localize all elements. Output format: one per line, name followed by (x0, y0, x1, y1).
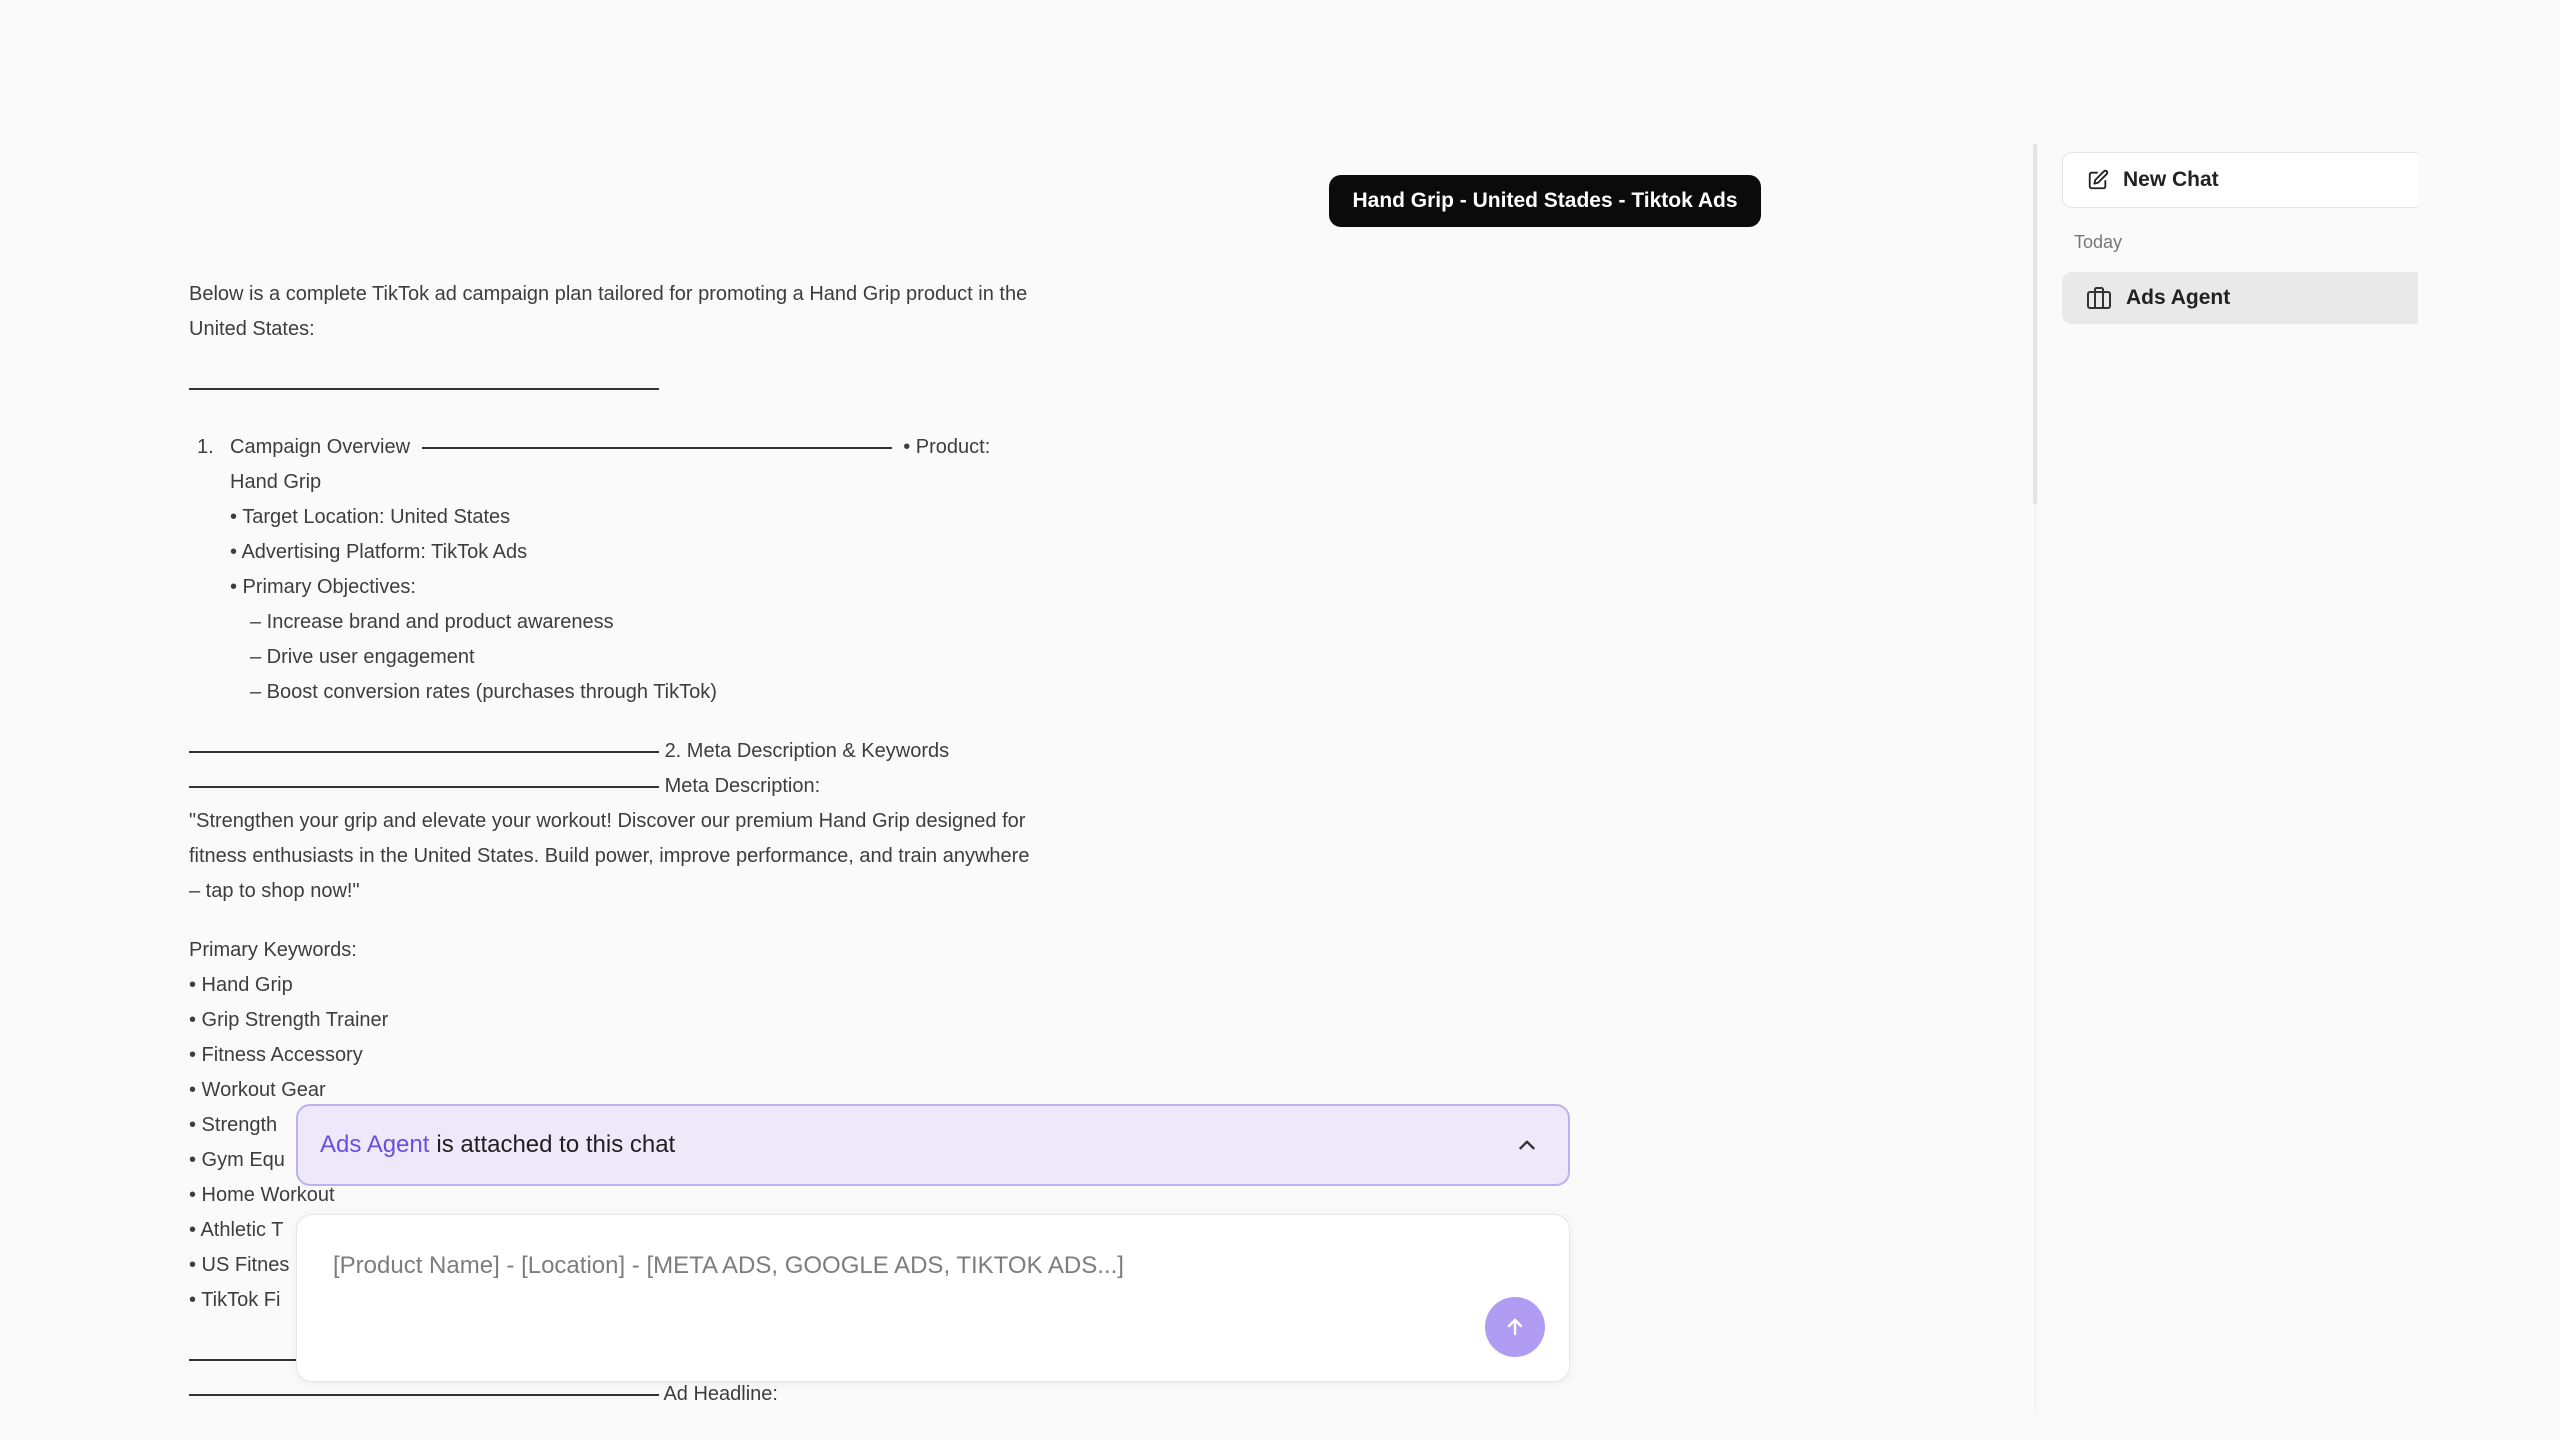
prompt-input[interactable] (331, 1245, 1485, 1287)
campaign-overview-title: Campaign Overview (230, 436, 411, 458)
agent-attachment-banner[interactable]: Ads Agent is attached to this chat (296, 1104, 1570, 1186)
chat-composer (296, 1214, 1570, 1382)
send-button[interactable] (1485, 1297, 1545, 1357)
section-2-heading: 2. Meta Description & Keywords (664, 740, 950, 762)
divider (421, 446, 892, 449)
ad-headline-line: Ad Headline: (189, 1377, 1039, 1412)
attached-agent-name[interactable]: Ads Agent (320, 1131, 429, 1159)
section-today-label: Today (2074, 232, 2123, 252)
meta-description-label: Meta Description: (664, 775, 821, 797)
sidebar-divider (2035, 504, 2036, 1414)
sidebar-item-label: Ads Agent (2126, 286, 2231, 309)
overview-bullet: • Target Location: United States (230, 506, 511, 528)
divider (189, 371, 1039, 406)
product-label: • Product: (903, 436, 991, 458)
keyword-item: • Hand Grip (189, 974, 293, 996)
divider (189, 750, 659, 753)
objective-item: – Boost conversion rates (purchases thro… (250, 681, 717, 703)
new-chat-button[interactable]: New Chat (2062, 152, 2418, 208)
edit-icon (2088, 169, 2109, 190)
ad-headline-label: Ad Headline: (663, 1383, 778, 1405)
keyword-item: • Grip Strength Trainer (189, 1009, 389, 1031)
sidebar-item-ads-agent[interactable]: Ads Agent (2062, 272, 2418, 324)
sidebar-scrollbar[interactable] (2033, 144, 2037, 504)
list-item-campaign-overview: 1. Campaign Overview • Product: Hand Gri… (189, 430, 1039, 500)
objective-item: – Drive user engagement (250, 646, 475, 668)
sidebar: New Chat Today Ads Agent (2062, 152, 2418, 324)
response-intro: Below is a complete TikTok ad campaign p… (189, 283, 1028, 340)
divider (189, 785, 659, 788)
briefcase-icon (2087, 287, 2111, 309)
meta-description-text: "Strengthen your grip and elevate your w… (189, 810, 1030, 902)
section-2-heading-line: 2. Meta Description & Keywords (189, 734, 1039, 769)
list-number: 1. (197, 436, 214, 458)
arrow-up-icon (1507, 1318, 1523, 1336)
user-message-bubble: Hand Grip - United Stades - Tiktok Ads (1329, 175, 1761, 227)
overview-bullet: • Advertising Platform: TikTok Ads (230, 541, 528, 563)
attachment-text: is attached to this chat (436, 1131, 676, 1158)
product-value: Hand Grip (230, 471, 322, 493)
keyword-item: • Workout Gear (189, 1079, 326, 1101)
new-chat-label: New Chat (2123, 168, 2219, 191)
keywords-label: Primary Keywords: (189, 939, 357, 961)
objective-item: – Increase brand and product awareness (250, 611, 614, 633)
divider (189, 1393, 659, 1396)
chevron-up-icon[interactable] (1514, 1132, 1540, 1158)
meta-description-line: Meta Description: (189, 769, 1039, 804)
overview-bullet: • Primary Objectives: (230, 576, 416, 598)
keyword-item: • Fitness Accessory (189, 1044, 363, 1066)
user-message-text: Hand Grip - United Stades - Tiktok Ads (1352, 189, 1738, 212)
